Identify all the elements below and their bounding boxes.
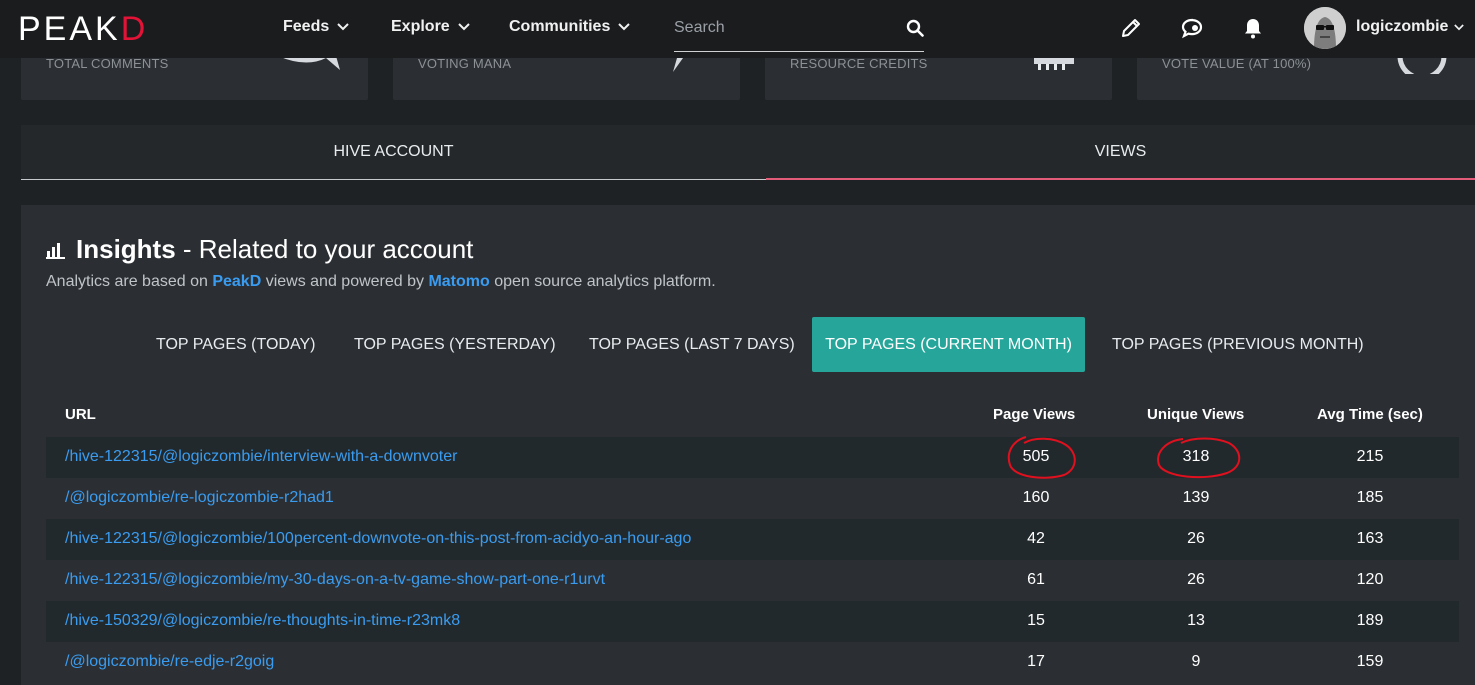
search-icon[interactable] <box>906 19 924 37</box>
chevron-down-icon <box>1454 23 1465 30</box>
table-row: /hive-122315/@logiczombie/interview-with… <box>46 437 1459 478</box>
nav-feeds-label: Feeds <box>283 18 330 35</box>
nav-explore-label: Explore <box>391 18 450 35</box>
page-url-link[interactable]: /@logiczombie/re-logiczombie-r2had1 <box>65 489 334 507</box>
logo-text-k: K <box>95 10 121 48</box>
logo-text-a: A <box>69 10 96 48</box>
avg-time-cell: 215 <box>1356 448 1384 465</box>
tab-top-pages-last-7-days[interactable]: TOP PAGES (LAST 7 DAYS) <box>569 317 815 372</box>
page-views-cell: 15 <box>1027 612 1045 629</box>
unique-views-cell: 13 <box>1187 612 1205 629</box>
subtitle-text: Analytics are based on <box>46 273 213 290</box>
chevron-down-icon <box>337 23 349 31</box>
search-input[interactable] <box>674 12 894 44</box>
page-views-cell: 17 <box>1027 653 1045 670</box>
insights-panel: Insights - Related to your account Analy… <box>21 205 1475 685</box>
username-label: logiczombie <box>1356 18 1449 35</box>
column-header-url[interactable]: URL <box>65 406 96 423</box>
tab-top-pages-current-month[interactable]: TOP PAGES (CURRENT MONTH) <box>812 317 1085 372</box>
subtitle-text: open source analytics platform. <box>489 273 716 290</box>
stat-label: VOTE VALUE (AT 100%) <box>1162 56 1312 71</box>
nav-communities-label: Communities <box>509 18 611 35</box>
logo-text-d: D <box>120 10 149 48</box>
logo-text-pe: PE <box>18 10 70 48</box>
nav-feeds-dropdown[interactable]: Feeds <box>283 18 349 36</box>
nav-explore-dropdown[interactable]: Explore <box>391 18 470 36</box>
chat-icon[interactable] <box>1180 16 1204 40</box>
unique-views-cell: 26 <box>1187 571 1205 588</box>
user-menu[interactable]: logiczombie <box>1356 18 1465 36</box>
avg-time-cell: 185 <box>1356 489 1384 506</box>
tab-hive-account[interactable]: HIVE ACCOUNT <box>21 125 766 180</box>
avg-time-cell: 120 <box>1356 571 1384 588</box>
table-row: /hive-150329/@logiczombie/re-thoughts-in… <box>46 601 1459 642</box>
chevron-down-icon <box>457 23 470 31</box>
avatar[interactable] <box>1304 7 1346 49</box>
unique-views-cell: 318 <box>1182 448 1210 465</box>
tab-top-pages-previous-month[interactable]: TOP PAGES (PREVIOUS MONTH) <box>1092 317 1384 372</box>
tab-top-pages-yesterday[interactable]: TOP PAGES (YESTERDAY) <box>334 317 576 372</box>
stat-label: VOTING MANA <box>418 56 512 71</box>
page-views-cell: 61 <box>1027 571 1045 588</box>
unique-views-cell: 26 <box>1187 530 1205 547</box>
column-header-avg-time[interactable]: Avg Time (sec) <box>1317 406 1423 423</box>
column-header-page-views[interactable]: Page Views <box>993 406 1075 423</box>
bar-chart-icon <box>46 242 65 259</box>
matomo-link[interactable]: Matomo <box>428 273 489 290</box>
tab-views[interactable]: VIEWS <box>766 125 1475 180</box>
zombie-avatar-image <box>1304 7 1346 49</box>
page-views-cell: 160 <box>1022 489 1050 506</box>
insights-title-bold: Insights <box>76 234 176 264</box>
page-url-link[interactable]: /hive-122315/@logiczombie/interview-with… <box>65 448 457 466</box>
stat-label: RESOURCE CREDITS <box>790 56 928 71</box>
avg-time-cell: 159 <box>1356 653 1384 670</box>
peakd-link[interactable]: PeakD <box>212 273 261 290</box>
nav-communities-dropdown[interactable]: Communities <box>509 18 631 36</box>
insights-title-rest: - Related to your account <box>175 234 474 264</box>
unique-views-cell: 9 <box>1191 653 1201 670</box>
top-navbar: PEAKD Feeds Explore Communities Search l… <box>0 0 1475 58</box>
avg-time-cell: 163 <box>1356 530 1384 547</box>
table-row: /hive-122315/@logiczombie/100percent-dow… <box>46 519 1459 560</box>
insights-heading: Insights - Related to your account <box>46 234 473 265</box>
page-url-link[interactable]: /hive-122315/@logiczombie/100percent-dow… <box>65 530 691 548</box>
column-header-unique-views[interactable]: Unique Views <box>1147 406 1244 423</box>
table-row: /hive-122315/@logiczombie/my-30-days-on-… <box>46 560 1459 601</box>
unique-views-cell: 139 <box>1182 489 1210 506</box>
bell-icon[interactable] <box>1241 16 1265 40</box>
search-box <box>674 12 924 52</box>
page-views-cell: 42 <box>1027 530 1045 547</box>
subtitle-text: views and powered by <box>261 273 429 290</box>
page-url-link[interactable]: /hive-122315/@logiczombie/my-30-days-on-… <box>65 571 605 589</box>
peakd-logo[interactable]: PEAKD <box>18 12 148 46</box>
insights-subtitle: Analytics are based on PeakD views and p… <box>46 273 716 291</box>
pencil-icon[interactable] <box>1119 16 1143 40</box>
account-tabs: HIVE ACCOUNT VIEWS <box>21 125 1475 180</box>
page-url-link[interactable]: /@logiczombie/re-edje-r2goig <box>65 653 274 671</box>
avg-time-cell: 189 <box>1356 612 1384 629</box>
stat-label: TOTAL COMMENTS <box>46 56 169 71</box>
page-views-cell: 505 <box>1022 448 1050 465</box>
tab-top-pages-today[interactable]: TOP PAGES (TODAY) <box>136 317 335 372</box>
table-row: /@logiczombie/re-logiczombie-r2had1 160 … <box>46 478 1459 519</box>
page-url-link[interactable]: /hive-150329/@logiczombie/re-thoughts-in… <box>65 612 460 630</box>
table-row: /@logiczombie/re-edje-r2goig 17 9 159 <box>46 642 1459 683</box>
chevron-down-icon <box>618 23 631 31</box>
